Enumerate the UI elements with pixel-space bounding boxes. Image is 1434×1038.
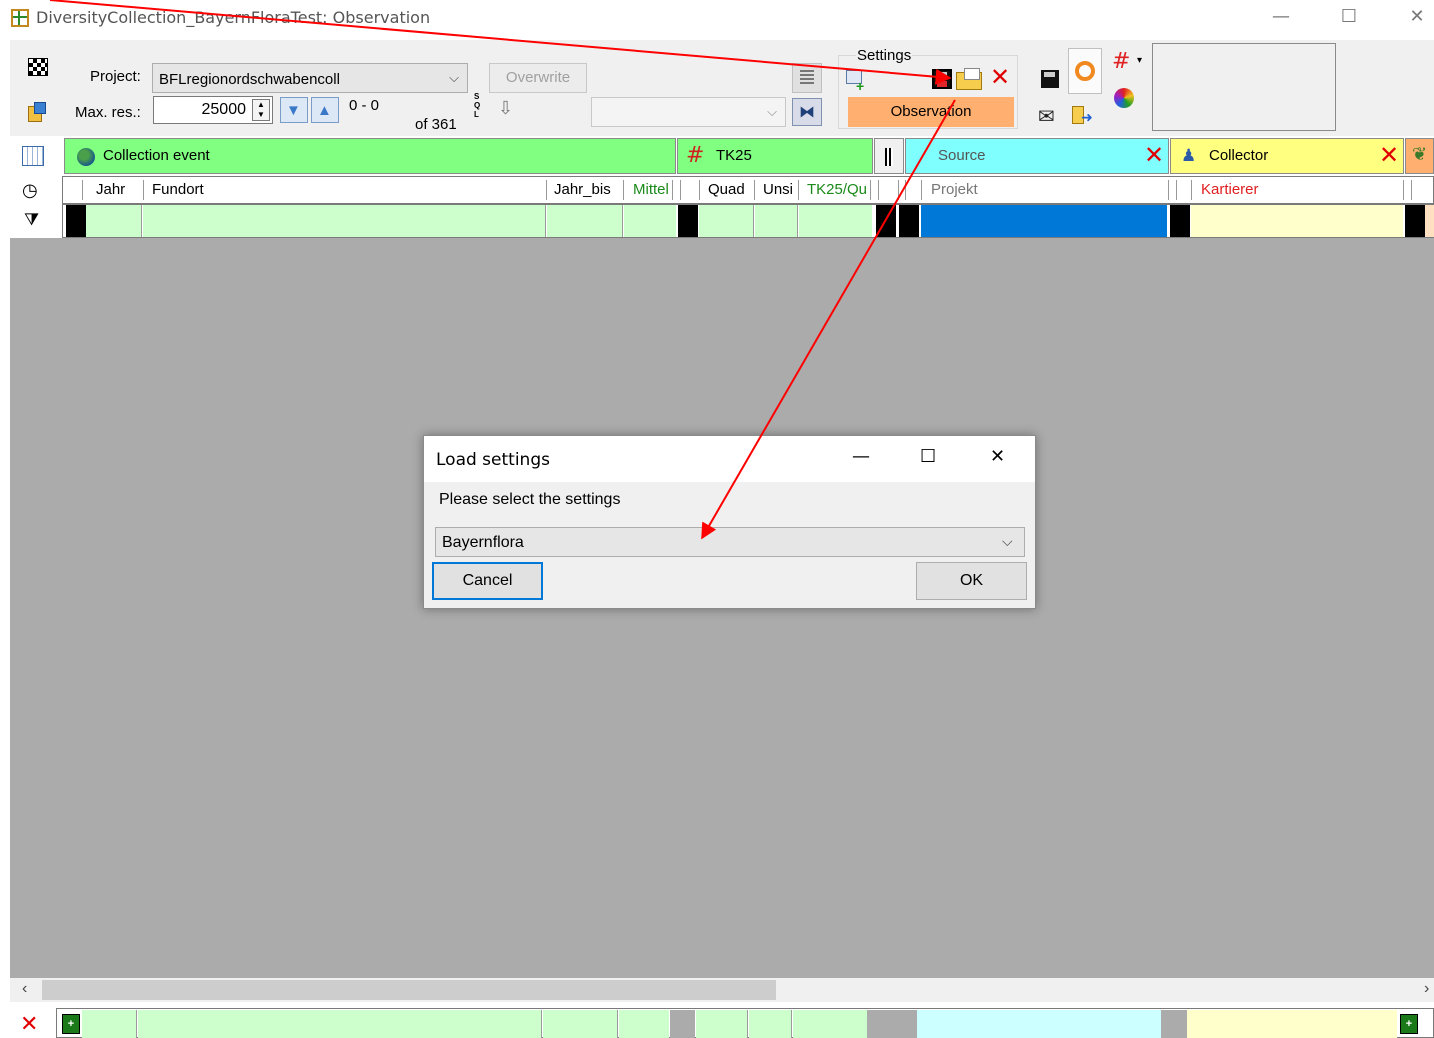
annotation-arrow-to-dialog <box>701 99 956 540</box>
annotation-arrows <box>49 0 956 540</box>
annotation-arrow-to-load <box>49 0 952 85</box>
